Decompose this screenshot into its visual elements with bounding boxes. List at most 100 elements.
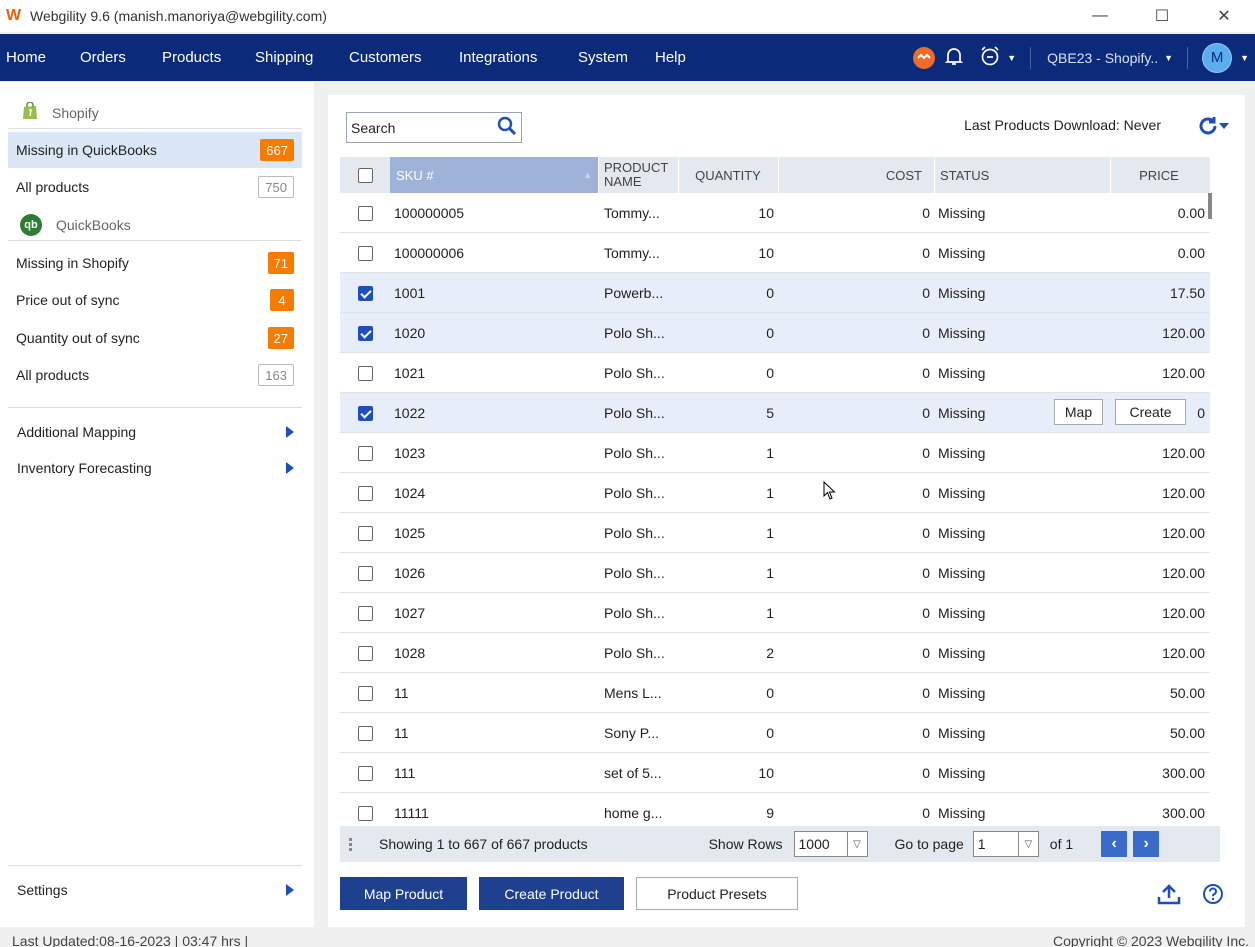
drag-handle-icon[interactable] xyxy=(340,837,360,851)
table-scrollbar[interactable] xyxy=(1208,193,1212,219)
table-row[interactable]: 11 Sony P... 0 0 Missing 50.00 xyxy=(340,713,1210,753)
alarm-clock-icon[interactable] xyxy=(979,45,1001,70)
table-row[interactable]: 1026 Polo Sh... 1 0 Missing 120.00 xyxy=(340,553,1210,593)
sidebar-item-label: Price out of sync xyxy=(16,292,120,308)
sidebar-item-quickbooks-all-products[interactable]: All products 163 xyxy=(8,357,302,393)
row-checkbox[interactable] xyxy=(357,685,373,701)
sidebar-item-missing-in-shopify[interactable]: Missing in Shopify 71 xyxy=(8,245,302,281)
cell-cost: 0 xyxy=(922,205,930,221)
row-checkbox[interactable] xyxy=(357,445,373,461)
row-checkbox[interactable] xyxy=(357,365,373,381)
cell-quantity: 10 xyxy=(758,245,774,261)
create-product-button[interactable]: Create Product xyxy=(479,877,624,910)
upload-icon[interactable] xyxy=(1157,883,1181,911)
column-header-sku[interactable]: SKU # ▲ xyxy=(390,157,598,193)
cell-status: Missing xyxy=(938,565,986,581)
maximize-button[interactable]: ☐ xyxy=(1131,0,1193,32)
row-checkbox[interactable] xyxy=(357,285,373,301)
table-row[interactable]: 11111 home g... 9 0 Missing 300.00 xyxy=(340,793,1210,827)
webgility-status-icon[interactable] xyxy=(913,46,936,69)
table-row[interactable]: 1021 Polo Sh... 0 0 Missing 120.00 xyxy=(340,353,1210,393)
row-checkbox[interactable] xyxy=(357,325,373,341)
sidebar-link-additional-mapping[interactable]: Additional Mapping xyxy=(8,418,302,446)
column-header-status[interactable]: STATUS xyxy=(940,157,1110,193)
sidebar-link-inventory-forecasting[interactable]: Inventory Forecasting xyxy=(8,454,302,482)
column-header-quantity[interactable]: QUANTITY xyxy=(678,157,778,193)
sidebar-link-settings[interactable]: Settings xyxy=(8,876,302,904)
row-checkbox[interactable] xyxy=(357,645,373,661)
user-menu-caret-icon[interactable]: ▼ xyxy=(1240,53,1249,63)
search-input[interactable]: Search xyxy=(346,112,522,143)
help-icon[interactable] xyxy=(1202,883,1224,911)
table-row[interactable]: 100000006 Tommy... 10 0 Missing 0.00 xyxy=(340,233,1210,273)
refresh-icon[interactable] xyxy=(1197,115,1219,141)
row-checkbox-cell xyxy=(340,273,390,313)
row-checkbox[interactable] xyxy=(357,605,373,621)
nav-item-system[interactable]: System xyxy=(578,49,628,66)
column-header-product-name[interactable]: PRODUCT NAME xyxy=(604,157,678,193)
row-checkbox[interactable] xyxy=(357,725,373,741)
notification-bell-icon[interactable] xyxy=(945,46,964,69)
cell-product-name: Tommy... xyxy=(604,245,660,261)
table-row[interactable]: 11 Mens L... 0 0 Missing 50.00 xyxy=(340,673,1210,713)
search-icon[interactable] xyxy=(497,116,517,139)
sidebar-item-missing-in-quickbooks[interactable]: Missing in QuickBooks 667 xyxy=(8,132,302,168)
nav-item-help[interactable]: Help xyxy=(655,49,686,66)
row-checkbox[interactable] xyxy=(357,405,373,421)
status-bar: Last Updated:08-16-2023 | 03:47 hrs | Co… xyxy=(0,927,1255,947)
copyright-text: Copyright © 2023 Webgility Inc. xyxy=(1052,933,1249,947)
cell-quantity: 1 xyxy=(766,605,774,621)
sidebar-item-quantity-out-of-sync[interactable]: Quantity out of sync 27 xyxy=(8,320,302,356)
table-row[interactable]: 1022 Polo Sh... 5 0 Missing Map Create 0 xyxy=(340,393,1210,433)
next-page-button[interactable]: › xyxy=(1133,831,1160,857)
nav-item-shipping[interactable]: Shipping xyxy=(255,49,313,66)
chevron-down-icon: ▽ xyxy=(1017,832,1038,856)
nav-item-customers[interactable]: Customers xyxy=(349,49,422,66)
row-checkbox[interactable] xyxy=(357,765,373,781)
select-all-checkbox[interactable] xyxy=(357,167,373,183)
expand-arrow-icon xyxy=(286,462,294,474)
nav-item-products[interactable]: Products xyxy=(162,49,221,66)
table-row[interactable]: 1001 Powerb... 0 0 Missing 17.50 xyxy=(340,273,1210,313)
close-button[interactable]: ✕ xyxy=(1193,0,1255,32)
nav-divider xyxy=(1187,46,1189,69)
map-product-button[interactable]: Map Product xyxy=(340,877,467,910)
row-create-button[interactable]: Create xyxy=(1115,399,1186,425)
refresh-caret-icon[interactable] xyxy=(1219,123,1229,129)
column-header-cost[interactable]: COST xyxy=(778,157,928,193)
cell-price: 300.00 xyxy=(1162,765,1205,781)
sidebar-item-shopify-all-products[interactable]: All products 750 xyxy=(8,169,302,205)
nav-item-integrations[interactable]: Integrations xyxy=(459,49,537,66)
minimize-button[interactable]: — xyxy=(1069,0,1131,32)
alarm-dropdown-caret-icon[interactable]: ▼ xyxy=(1007,53,1016,63)
product-presets-button[interactable]: Product Presets xyxy=(636,877,798,910)
cell-sku: 1022 xyxy=(394,405,426,421)
chevron-down-icon: ▽ xyxy=(846,832,867,856)
company-selector[interactable]: QBE23 - Shopify.. ▼ xyxy=(1047,50,1173,66)
nav-item-orders[interactable]: Orders xyxy=(80,49,126,66)
row-checkbox[interactable] xyxy=(357,525,373,541)
sidebar-item-price-out-of-sync[interactable]: Price out of sync 4 xyxy=(8,282,302,318)
table-row[interactable]: 1020 Polo Sh... 0 0 Missing 120.00 xyxy=(340,313,1210,353)
prev-page-button[interactable]: ‹ xyxy=(1101,831,1128,857)
show-rows-select[interactable]: 1000 ▽ xyxy=(793,831,868,857)
table-row[interactable]: 1025 Polo Sh... 1 0 Missing 120.00 xyxy=(340,513,1210,553)
table-row[interactable]: 1027 Polo Sh... 1 0 Missing 120.00 xyxy=(340,593,1210,633)
row-checkbox[interactable] xyxy=(357,485,373,501)
row-checkbox[interactable] xyxy=(357,565,373,581)
cell-quantity: 0 xyxy=(766,285,774,301)
go-to-page-select[interactable]: 1 ▽ xyxy=(972,831,1039,857)
column-header-price[interactable]: PRICE xyxy=(1110,157,1208,193)
table-row[interactable]: 100000005 Tommy... 10 0 Missing 0.00 xyxy=(340,193,1210,233)
row-checkbox[interactable] xyxy=(357,205,373,221)
cell-cost: 0 xyxy=(922,405,930,421)
table-row[interactable]: 111 set of 5... 10 0 Missing 300.00 xyxy=(340,753,1210,793)
table-row[interactable]: 1024 Polo Sh... 1 0 Missing 120.00 xyxy=(340,473,1210,513)
row-checkbox[interactable] xyxy=(357,245,373,261)
row-map-button[interactable]: Map xyxy=(1054,399,1103,425)
table-row[interactable]: 1023 Polo Sh... 1 0 Missing 120.00 xyxy=(340,433,1210,473)
nav-item-home[interactable]: Home xyxy=(6,49,46,66)
table-row[interactable]: 1028 Polo Sh... 2 0 Missing 120.00 xyxy=(340,633,1210,673)
row-checkbox[interactable] xyxy=(357,805,373,821)
user-avatar[interactable]: M xyxy=(1202,42,1233,73)
